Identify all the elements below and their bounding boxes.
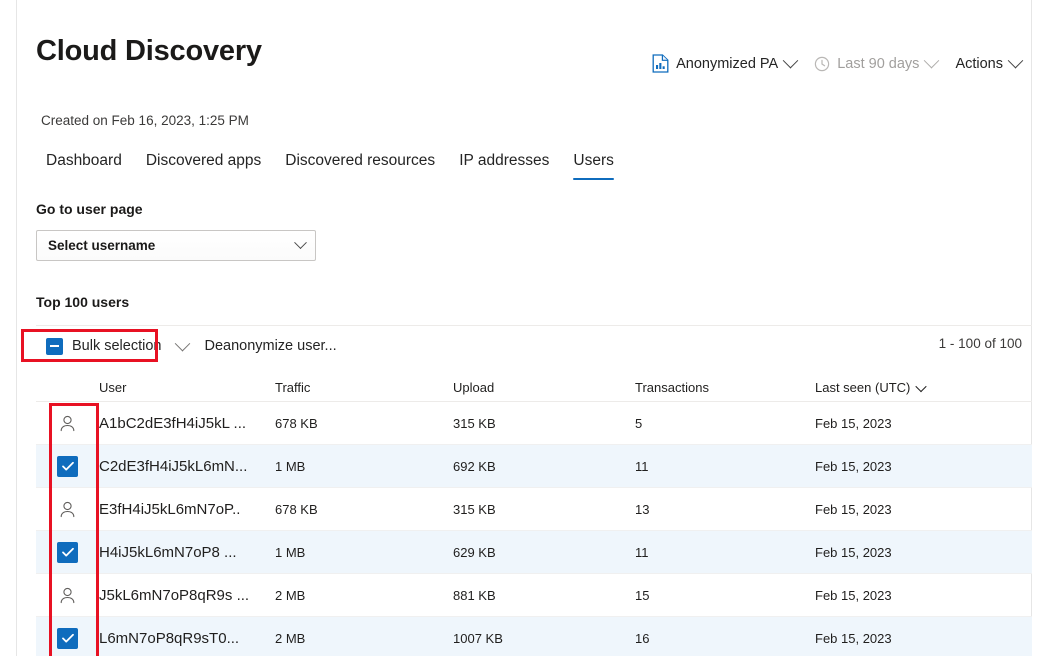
tab-discovered-resources[interactable]: Discovered resources xyxy=(273,152,447,180)
table-header-traffic[interactable]: Traffic xyxy=(275,380,453,395)
tab-ip-addresses[interactable]: IP addresses xyxy=(447,152,561,180)
created-timestamp: Created on Feb 16, 2023, 1:25 PM xyxy=(41,113,249,128)
cell-traffic: 2 MB xyxy=(275,631,453,646)
toolbar-divider xyxy=(36,325,1032,326)
select-username-dropdown[interactable]: Select username xyxy=(36,230,316,261)
pager-range: 1 - 100 of 100 xyxy=(939,336,1022,351)
users-table: User Traffic Upload Transactions Last se… xyxy=(36,374,1032,656)
chevron-down-icon xyxy=(924,53,940,69)
clock-icon xyxy=(814,56,830,72)
command-bar: Anonymized PA Last 90 days Actions xyxy=(643,50,1030,77)
cell-last-seen: Feb 15, 2023 xyxy=(815,545,1032,560)
cell-upload: 1007 KB xyxy=(453,631,635,646)
chevron-down-icon xyxy=(1008,53,1024,69)
row-select-cell[interactable] xyxy=(36,499,99,520)
chevron-down-icon xyxy=(783,53,799,69)
row-select-cell[interactable] xyxy=(36,413,99,434)
cell-user: C2dE3fH4iJ5kL6mN... xyxy=(99,458,275,475)
tab-bar: Dashboard Discovered apps Discovered res… xyxy=(40,152,626,180)
date-range-label: Last 90 days xyxy=(837,56,919,72)
cell-user: H4iJ5kL6mN7oP8 ... xyxy=(99,544,275,561)
report-chart-icon xyxy=(652,54,669,73)
cell-transactions: 15 xyxy=(635,588,815,603)
actions-label: Actions xyxy=(955,56,1003,72)
checkbox-indeterminate-icon xyxy=(46,338,63,355)
cell-last-seen: Feb 15, 2023 xyxy=(815,588,1032,603)
row-select-cell[interactable] xyxy=(36,628,99,649)
cell-upload: 881 KB xyxy=(453,588,635,603)
cell-traffic: 678 KB xyxy=(275,416,453,431)
bulk-selection-label: Bulk selection xyxy=(72,338,161,354)
table-row[interactable]: J5kL6mN7oP8qR9s ... 2 MB 881 KB 15 Feb 1… xyxy=(36,574,1032,617)
cell-last-seen: Feb 15, 2023 xyxy=(815,502,1032,517)
cell-traffic: 678 KB xyxy=(275,502,453,517)
cell-transactions: 16 xyxy=(635,631,815,646)
person-icon xyxy=(57,585,78,606)
select-username-value: Select username xyxy=(48,238,155,253)
cell-transactions: 11 xyxy=(635,459,815,474)
section-title-top-100-users: Top 100 users xyxy=(36,294,129,310)
tab-discovered-apps[interactable]: Discovered apps xyxy=(134,152,273,180)
row-select-cell[interactable] xyxy=(36,585,99,606)
table-header-upload[interactable]: Upload xyxy=(453,380,635,395)
list-toolbar: Bulk selection Deanonymize user... xyxy=(36,331,347,361)
cell-upload: 692 KB xyxy=(453,459,635,474)
table-row[interactable]: L6mN7oP8qR9sT0... 2 MB 1007 KB 16 Feb 15… xyxy=(36,617,1032,656)
chevron-down-icon xyxy=(916,380,927,391)
cloud-discovery-page: Cloud Discovery Anonymized PA xyxy=(0,0,1044,656)
table-header-last-seen[interactable]: Last seen (UTC) xyxy=(815,380,1032,395)
tab-dashboard[interactable]: Dashboard xyxy=(40,152,134,180)
table-header-row: User Traffic Upload Transactions Last se… xyxy=(36,374,1032,402)
cell-traffic: 2 MB xyxy=(275,588,453,603)
cell-user: A1bC2dE3fH4iJ5kL ... xyxy=(99,415,275,432)
chevron-down-icon xyxy=(294,236,307,249)
table-row[interactable]: H4iJ5kL6mN7oP8 ... 1 MB 629 KB 11 Feb 15… xyxy=(36,531,1032,574)
page-left-border xyxy=(16,0,17,656)
cell-upload: 315 KB xyxy=(453,502,635,517)
row-select-cell[interactable] xyxy=(36,542,99,563)
page-title: Cloud Discovery xyxy=(36,36,262,68)
anonymized-pa-button[interactable]: Anonymized PA xyxy=(643,50,805,77)
row-select-cell[interactable] xyxy=(36,456,99,477)
bulk-selection-dropdown-toggle[interactable] xyxy=(171,337,194,356)
chevron-down-icon xyxy=(175,335,191,351)
cell-traffic: 1 MB xyxy=(275,459,453,474)
cell-transactions: 5 xyxy=(635,416,815,431)
table-header-transactions[interactable]: Transactions xyxy=(635,380,815,395)
tab-users[interactable]: Users xyxy=(561,152,625,180)
anonymized-pa-label: Anonymized PA xyxy=(676,56,778,72)
cell-user: J5kL6mN7oP8qR9s ... xyxy=(99,587,275,604)
checkbox-checked-icon xyxy=(57,628,78,649)
deanonymize-user-label: Deanonymize user... xyxy=(204,338,336,354)
cell-upload: 629 KB xyxy=(453,545,635,560)
checkbox-checked-icon xyxy=(57,542,78,563)
deanonymize-user-button[interactable]: Deanonymize user... xyxy=(194,334,346,358)
cell-last-seen: Feb 15, 2023 xyxy=(815,631,1032,646)
table-header-user[interactable]: User xyxy=(99,380,275,395)
go-to-user-page-label: Go to user page xyxy=(36,201,143,217)
date-range-button[interactable]: Last 90 days xyxy=(805,52,946,76)
cell-transactions: 13 xyxy=(635,502,815,517)
cell-user: L6mN7oP8qR9sT0... xyxy=(99,630,275,647)
cell-upload: 315 KB xyxy=(453,416,635,431)
person-icon xyxy=(57,413,78,434)
checkbox-checked-icon xyxy=(57,456,78,477)
actions-button[interactable]: Actions xyxy=(946,52,1030,76)
cell-last-seen: Feb 15, 2023 xyxy=(815,459,1032,474)
table-header-last-seen-label: Last seen (UTC) xyxy=(815,380,910,395)
table-row[interactable]: C2dE3fH4iJ5kL6mN... 1 MB 692 KB 11 Feb 1… xyxy=(36,445,1032,488)
person-icon xyxy=(57,499,78,520)
table-row[interactable]: A1bC2dE3fH4iJ5kL ... 678 KB 315 KB 5 Feb… xyxy=(36,402,1032,445)
cell-traffic: 1 MB xyxy=(275,545,453,560)
cell-last-seen: Feb 15, 2023 xyxy=(815,416,1032,431)
table-row[interactable]: E3fH4iJ5kL6mN7oP.. 678 KB 315 KB 13 Feb … xyxy=(36,488,1032,531)
cell-transactions: 11 xyxy=(635,545,815,560)
cell-user: E3fH4iJ5kL6mN7oP.. xyxy=(99,501,275,518)
bulk-selection-button[interactable]: Bulk selection xyxy=(36,334,171,359)
